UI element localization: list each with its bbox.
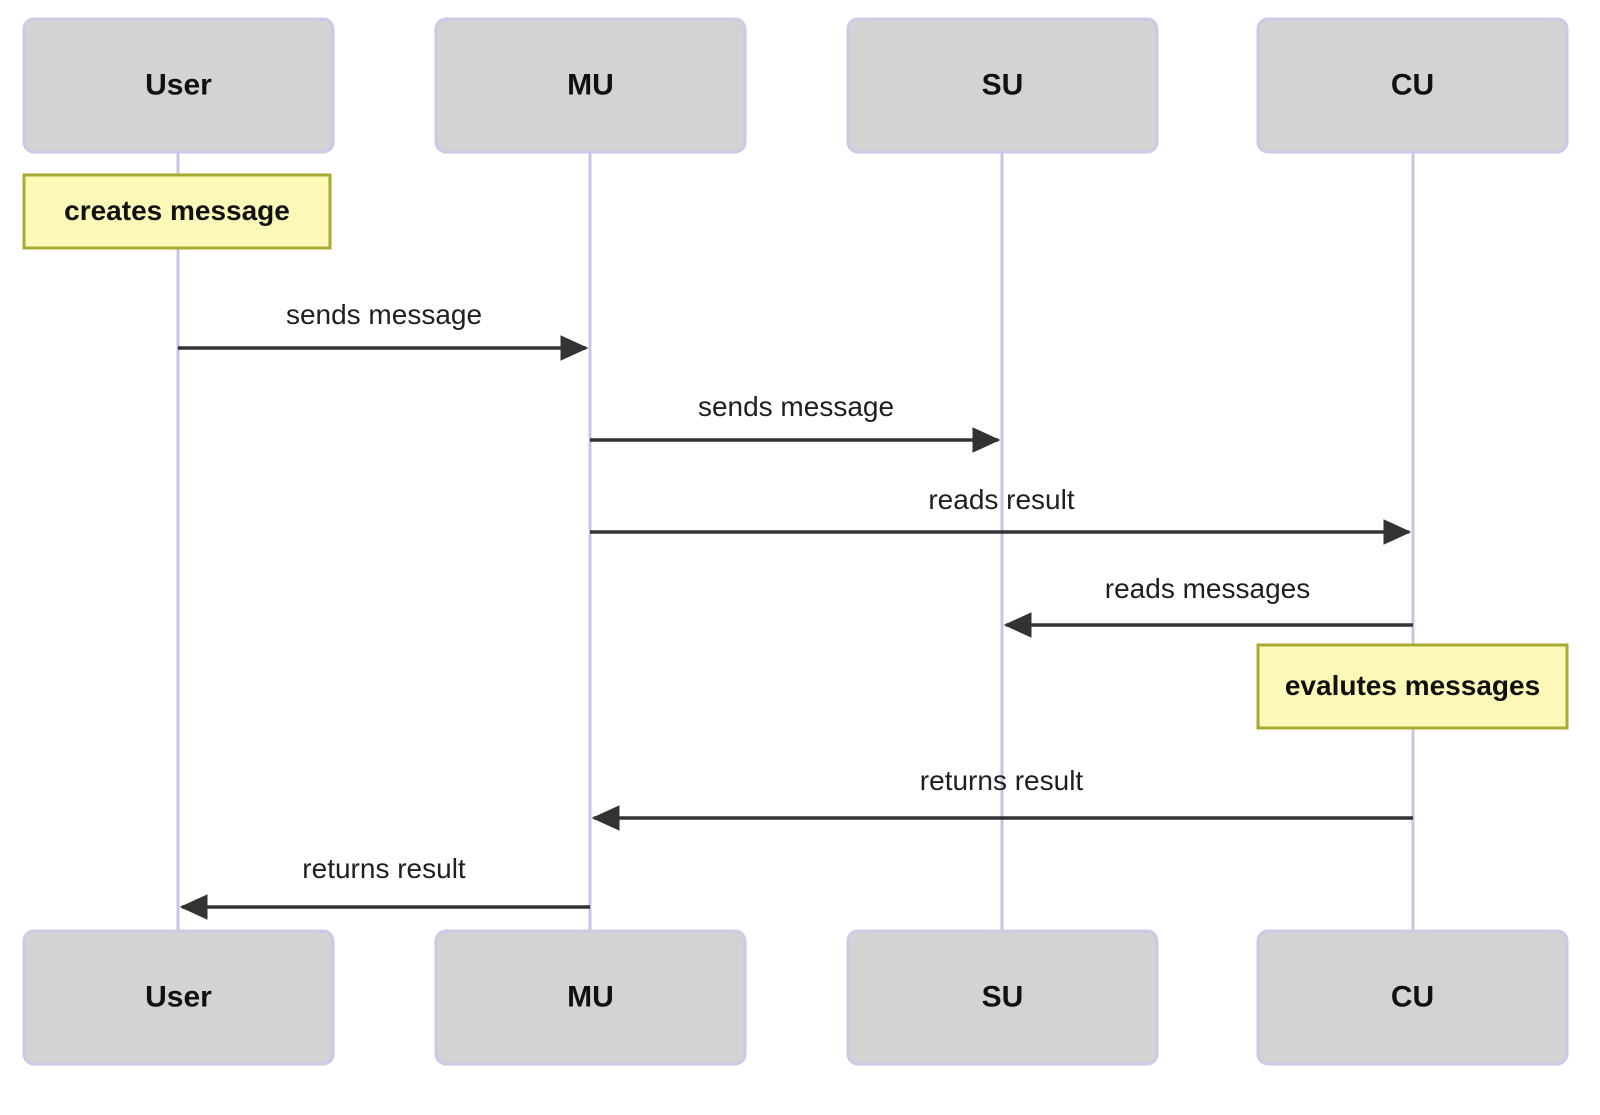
message-label: sends message <box>698 391 894 422</box>
message-label: reads result <box>928 484 1075 515</box>
notes-group: creates message evalutes messages <box>22 173 1569 730</box>
note-evalutes-messages[interactable]: evalutes messages <box>1256 643 1569 730</box>
message-msg-3[interactable]: reads result <box>590 484 1412 545</box>
participant-mu-top[interactable]: MU <box>434 17 747 154</box>
participant-cu-bottom[interactable]: CU <box>1256 929 1569 1066</box>
messages-group: sends message sends message reads result re… <box>178 299 1413 920</box>
lifelines-group <box>176 152 1415 931</box>
participant-boxes-top: User MU SU CU <box>22 17 1569 154</box>
message-label: returns result <box>302 853 466 884</box>
participant-label: SU <box>982 980 1024 1013</box>
participant-label: MU <box>567 980 614 1013</box>
note-creates-message[interactable]: creates message <box>22 173 332 250</box>
message-label: returns result <box>920 765 1084 796</box>
participant-label: MU <box>567 68 614 101</box>
note-label: creates message <box>64 195 290 226</box>
participant-cu-top[interactable]: CU <box>1256 17 1569 154</box>
participant-label: User <box>145 68 212 101</box>
message-label: sends message <box>286 299 482 330</box>
message-msg-6[interactable]: returns result <box>179 853 590 920</box>
participant-boxes-bottom: User MU SU CU <box>22 929 1569 1066</box>
message-msg-4[interactable]: reads messages <box>1003 573 1413 638</box>
participant-mu-bottom[interactable]: MU <box>434 929 747 1066</box>
participant-label: User <box>145 980 212 1013</box>
participant-su-top[interactable]: SU <box>846 17 1159 154</box>
note-label: evalutes messages <box>1285 670 1540 701</box>
participant-label: CU <box>1391 68 1434 101</box>
sequence-diagram: sends message sends message reads result re… <box>22 17 1569 1066</box>
participant-su-bottom[interactable]: SU <box>846 929 1159 1066</box>
participant-label: SU <box>982 68 1024 101</box>
message-msg-2[interactable]: sends message <box>590 391 1001 453</box>
sequence-diagram-canvas: sends message sends message reads result re… <box>0 0 1600 1115</box>
participant-label: CU <box>1391 980 1434 1013</box>
participant-user-bottom[interactable]: User <box>22 929 335 1066</box>
message-label: reads messages <box>1105 573 1310 604</box>
message-msg-1[interactable]: sends message <box>178 299 589 361</box>
participant-user-top[interactable]: User <box>22 17 335 154</box>
